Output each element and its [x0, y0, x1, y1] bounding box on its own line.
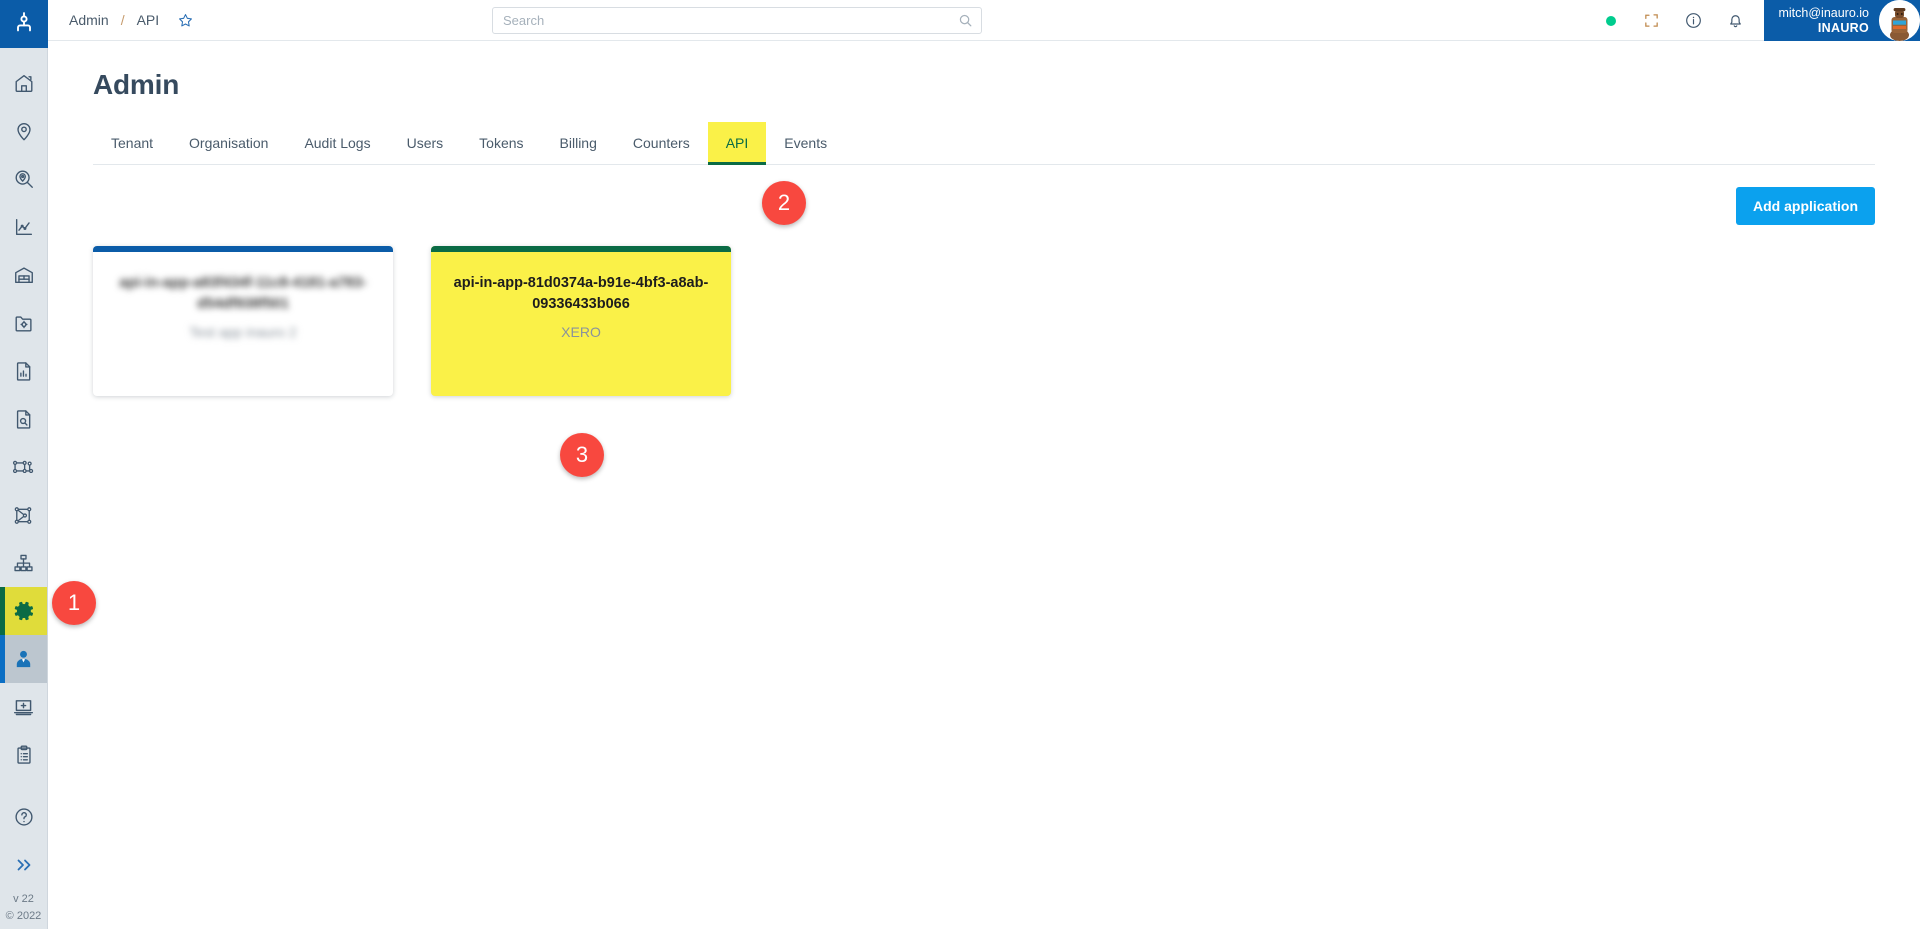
tab-billing[interactable]: Billing [542, 122, 615, 164]
sidebar-item-analytics[interactable] [0, 203, 47, 251]
left-navigation-rail: v 22 © 2022 [0, 0, 48, 929]
sidebar-item-shapes[interactable] [0, 491, 47, 539]
org-hierarchy-icon [14, 554, 33, 571]
user-avatar-icon [1879, 0, 1920, 41]
annotation-marker-1: 1 [52, 581, 96, 625]
sidebar-item-workflows[interactable] [0, 443, 47, 491]
sidebar-item-reports[interactable] [0, 347, 47, 395]
document-chart-icon [16, 362, 30, 381]
user-text: mitch@inauro.io INAURO [1778, 6, 1879, 36]
sidebar-item-locations[interactable] [0, 107, 47, 155]
application-card-xero[interactable]: api-in-app-81d0374a-b91e-4bf3-a8ab-09336… [431, 246, 731, 396]
user-organisation: INAURO [1817, 20, 1869, 35]
network-hierarchy-logo-icon [12, 10, 36, 39]
map-pin-icon [16, 122, 31, 141]
laptop-plus-icon [13, 699, 34, 715]
tab-events[interactable]: Events [766, 122, 845, 164]
breadcrumb: Admin / API [48, 12, 194, 29]
shape-nodes-icon [14, 506, 32, 524]
fullscreen-icon[interactable] [1638, 8, 1664, 34]
gear-icon [14, 601, 33, 621]
application-subtitle: XERO [561, 324, 601, 340]
tab-counters[interactable]: Counters [615, 122, 708, 164]
warehouse-icon [14, 267, 33, 284]
chevron-double-right-icon [17, 859, 30, 871]
rail-spacer [0, 779, 47, 793]
sidebar-item-admin[interactable] [0, 635, 47, 683]
application-cards: api-in-app-a83f434f-11c8-4181-a783-d54df… [93, 246, 1875, 396]
star-icon[interactable] [177, 12, 194, 29]
sidebar-item-hierarchy[interactable] [0, 539, 47, 587]
add-application-button[interactable]: Add application [1736, 187, 1875, 225]
bell-icon[interactable] [1722, 8, 1748, 34]
user-profile-chip[interactable]: mitch@inauro.io INAURO [1764, 0, 1920, 41]
sidebar-item-settings[interactable] [0, 587, 47, 635]
tab-tokens[interactable]: Tokens [461, 122, 541, 164]
sidebar-item-find-location[interactable] [0, 155, 47, 203]
tab-bar: Tenant Organisation Audit Logs Users Tok… [93, 122, 1875, 165]
user-email: mitch@inauro.io [1778, 5, 1869, 20]
tab-api[interactable]: API [707, 122, 767, 165]
sidebar-item-sites[interactable] [0, 251, 47, 299]
sidebar-help[interactable] [13, 793, 35, 841]
search-input[interactable] [492, 7, 982, 34]
tab-audit-logs[interactable]: Audit Logs [286, 122, 388, 164]
application-id: api-in-app-81d0374a-b91e-4bf3-a8ab-09336… [453, 275, 709, 312]
search-container [492, 7, 982, 34]
tab-users[interactable]: Users [389, 122, 462, 164]
home-icon [15, 74, 32, 92]
app-logo[interactable] [0, 0, 48, 48]
network-flow-icon [12, 460, 34, 473]
application-card-redacted[interactable]: api-in-app-a83f434f-11c8-4181-a783-d54df… [93, 246, 393, 396]
sidebar-version: v 22 [13, 893, 34, 905]
annotation-marker-3: 3 [560, 433, 604, 477]
sidebar-item-home[interactable] [0, 59, 47, 107]
document-search-icon [16, 410, 30, 429]
top-bar: Admin / API Search mitch@inauro.io INAUR… [48, 0, 1920, 41]
sidebar-expand[interactable] [12, 841, 36, 889]
help-circle-icon [14, 808, 33, 826]
line-chart-icon [15, 218, 32, 236]
topbar-right-group: mitch@inauro.io INAURO [1606, 0, 1920, 41]
page-title: Admin [93, 69, 180, 100]
rail-bottom-section: v 22 © 2022 [0, 793, 47, 929]
avatar[interactable] [1879, 0, 1920, 41]
user-tie-icon [16, 650, 31, 667]
tab-tenant[interactable]: Tenant [93, 122, 171, 164]
sidebar-copyright: © 2022 [5, 910, 42, 922]
pin-search-icon [15, 170, 33, 188]
application-id: api-in-app-a83f434f-11c8-4181-a783-d54df… [119, 275, 367, 312]
content-toolbar: Add application [93, 187, 1875, 225]
rail-items [0, 48, 47, 793]
application-window: v 22 © 2022 Admin / API Search mitch@ina… [0, 0, 1920, 929]
breadcrumb-root[interactable]: Admin [69, 12, 109, 28]
clipboard-list-icon [16, 745, 31, 764]
breadcrumb-current[interactable]: API [137, 12, 160, 28]
application-subtitle: Test app inauro 2 [189, 324, 297, 340]
folder-gear-icon [15, 316, 32, 332]
sidebar-item-tasks[interactable] [0, 731, 47, 779]
main-content: Admin Tenant Organisation Audit Logs Use… [48, 41, 1920, 929]
info-icon[interactable] [1680, 8, 1706, 34]
tab-organisation[interactable]: Organisation [171, 122, 286, 164]
sidebar-item-document-search[interactable] [0, 395, 47, 443]
online-status-dot[interactable] [1606, 15, 1617, 26]
sidebar-item-add-device[interactable] [0, 683, 47, 731]
breadcrumb-separator: / [120, 12, 125, 28]
sidebar-item-asset-config[interactable] [0, 299, 47, 347]
annotation-marker-2: 2 [762, 181, 806, 225]
